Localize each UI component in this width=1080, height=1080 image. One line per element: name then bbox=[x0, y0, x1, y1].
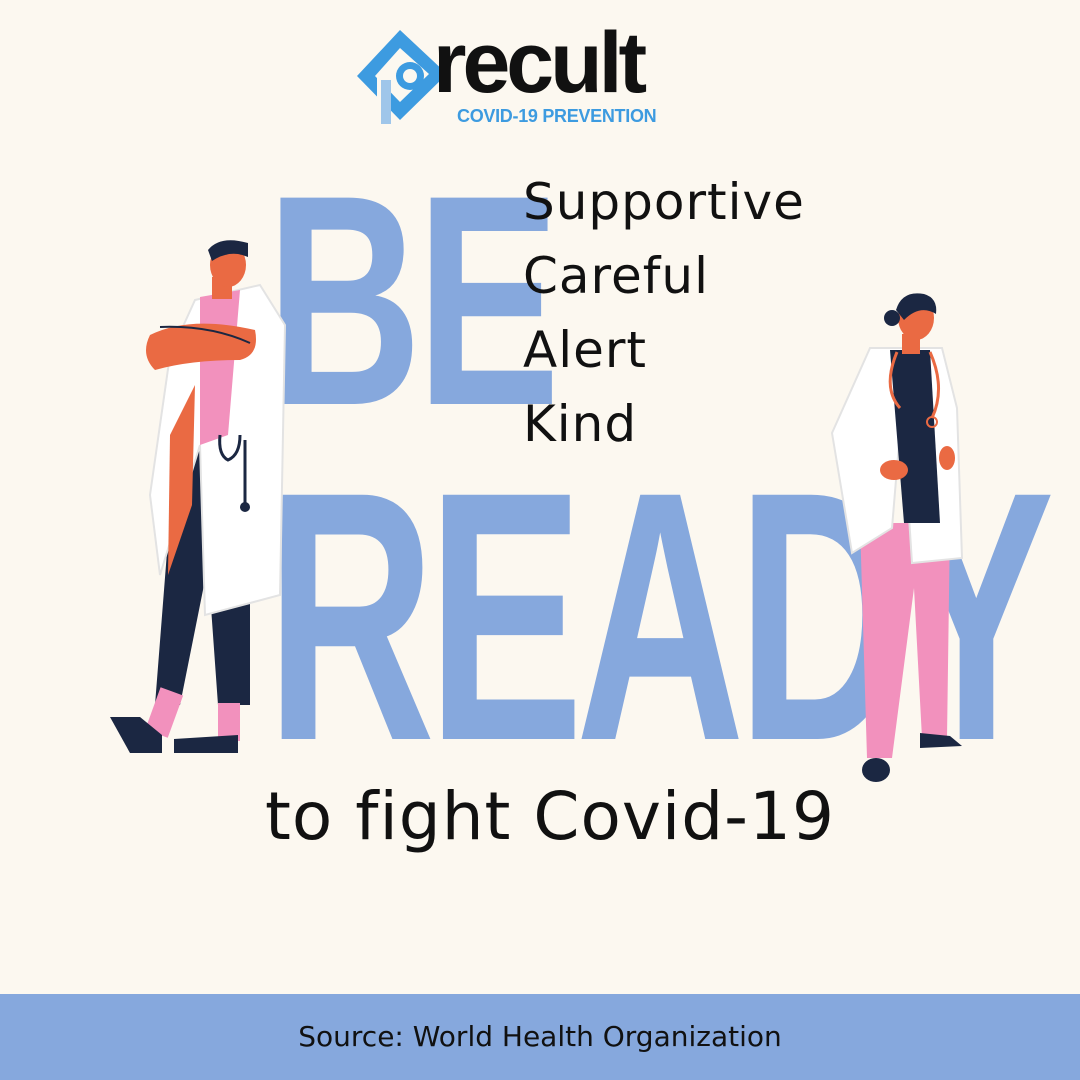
quality-careful: Careful bbox=[523, 247, 709, 305]
quality-supportive: Supportive bbox=[523, 173, 805, 231]
tagline: to fight Covid-19 bbox=[265, 778, 835, 855]
logo-wordmark: recult bbox=[433, 15, 647, 111]
headline-be: BE bbox=[266, 132, 560, 468]
female-doctor-illustration bbox=[830, 293, 964, 782]
source-footer: Source: World Health Organization bbox=[0, 994, 1080, 1080]
quality-alert: Alert bbox=[523, 321, 648, 379]
male-doctor-illustration bbox=[110, 240, 287, 753]
brand-logo: recult COVID-19 PREVENTION bbox=[355, 20, 695, 128]
source-text: Source: World Health Organization bbox=[298, 1020, 782, 1053]
qualities-list: Supportive Careful Alert Kind bbox=[523, 172, 805, 468]
quality-kind: Kind bbox=[523, 395, 638, 453]
poster: recult COVID-19 PREVENTION BE READY Supp… bbox=[0, 0, 1080, 1080]
logo-subtitle: COVID-19 PREVENTION bbox=[457, 106, 657, 126]
